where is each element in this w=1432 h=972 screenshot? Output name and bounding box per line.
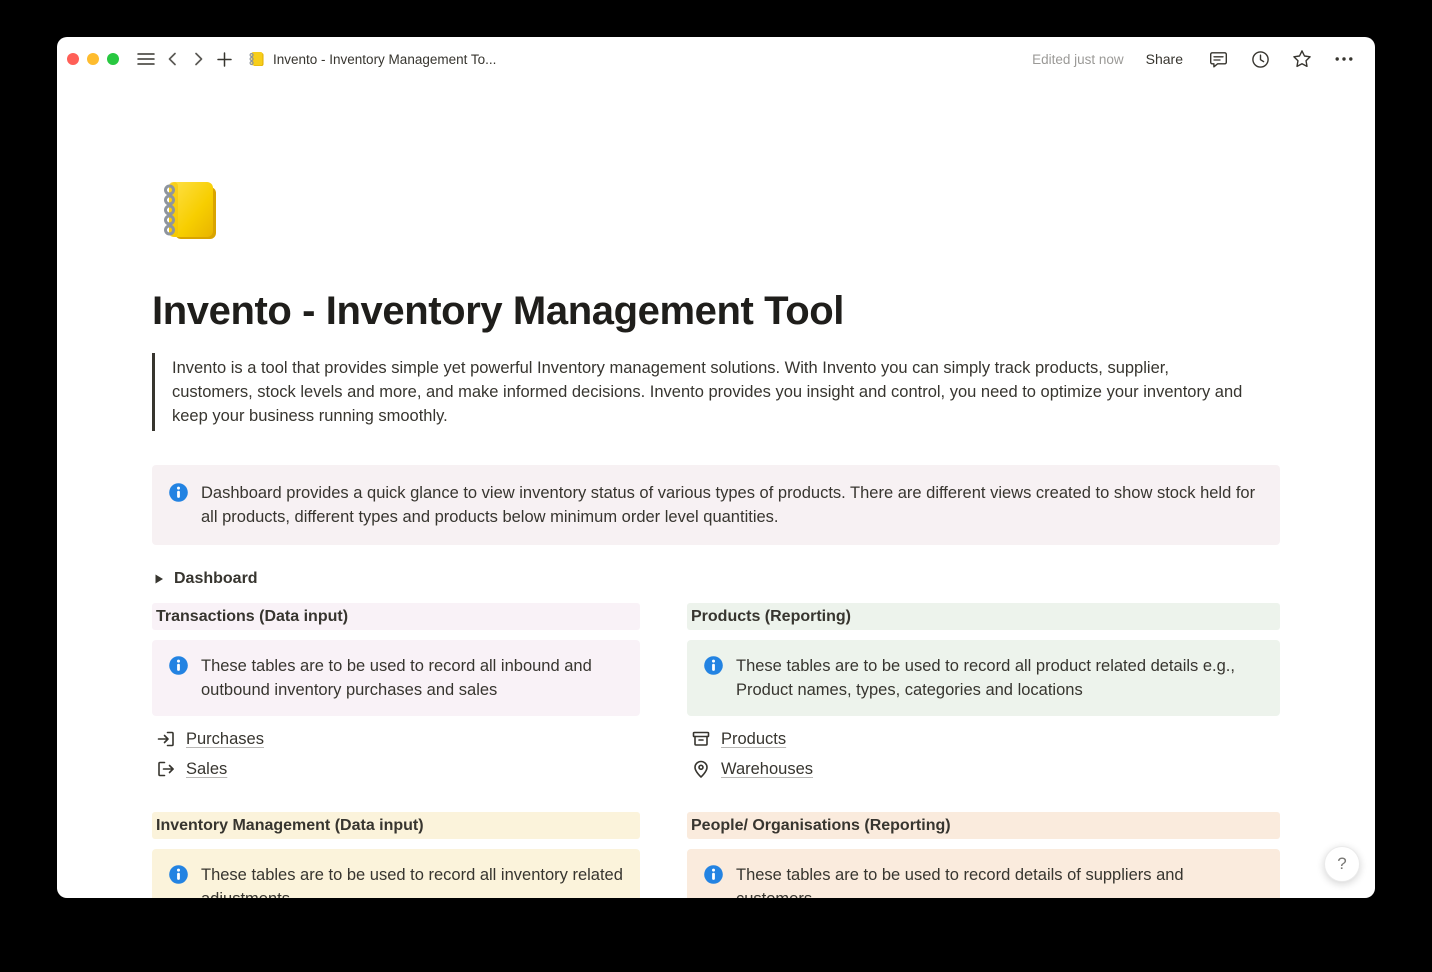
section-columns: Transactions (Data input) These tables a… — [152, 603, 1280, 898]
link-label: Warehouses — [721, 760, 813, 779]
products-header: Products (Reporting) — [687, 603, 1280, 630]
location-pin-icon — [691, 759, 711, 779]
dashboard-toggle[interactable]: Dashboard — [152, 565, 1280, 593]
page-title: Invento - Inventory Management Tool — [152, 287, 1280, 335]
forward-chevron-icon — [194, 52, 203, 66]
link-warehouses[interactable]: Warehouses — [687, 754, 1280, 784]
favorite-button[interactable] — [1289, 46, 1315, 72]
inventory-management-callout: These tables are to be used to record al… — [152, 849, 640, 898]
people-organisations-callout: These tables are to be used to record de… — [687, 849, 1280, 898]
people-organisations-header: People/ Organisations (Reporting) — [687, 812, 1280, 839]
toggle-triangle-icon — [154, 573, 164, 585]
dashboard-toggle-label: Dashboard — [174, 570, 258, 588]
sidebar-toggle-icon — [137, 52, 155, 66]
inventory-management-callout-text: These tables are to be used to record al… — [201, 863, 624, 898]
import-icon — [156, 729, 176, 749]
link-label: Purchases — [186, 730, 264, 749]
transactions-callout-text: These tables are to be used to record al… — [201, 654, 624, 702]
info-icon — [703, 655, 724, 676]
tab[interactable]: Invento - Inventory Management To... — [247, 50, 496, 68]
notion-window: Invento - Inventory Management To... Edi… — [57, 37, 1375, 898]
titlebar-actions: Edited just now Share — [1032, 46, 1357, 72]
share-button[interactable]: Share — [1140, 47, 1189, 71]
tab-title: Invento - Inventory Management To... — [273, 52, 496, 67]
link-products[interactable]: Products — [687, 724, 1280, 754]
left-column: Transactions (Data input) These tables a… — [152, 603, 640, 898]
transactions-callout: These tables are to be used to record al… — [152, 640, 640, 716]
comment-icon — [1209, 50, 1228, 69]
new-tab-button[interactable] — [211, 46, 237, 72]
edited-status: Edited just now — [1032, 52, 1124, 67]
products-callout-text: These tables are to be used to record al… — [736, 654, 1264, 702]
archive-icon — [691, 729, 711, 749]
link-label: Sales — [186, 760, 227, 779]
back-chevron-icon — [168, 52, 177, 66]
history-button[interactable] — [1247, 46, 1273, 72]
back-button[interactable] — [159, 46, 185, 72]
window-controls — [67, 53, 119, 65]
star-icon — [1292, 49, 1312, 69]
people-organisations-callout-text: These tables are to be used to record de… — [736, 863, 1264, 898]
intro-quote-block: Invento is a tool that provides simple y… — [152, 353, 1280, 431]
dashboard-callout-text: Dashboard provides a quick glance to vie… — [201, 481, 1264, 529]
export-icon — [156, 759, 176, 779]
info-icon — [168, 864, 189, 885]
page-body: Invento - Inventory Management Tool Inve… — [152, 81, 1280, 898]
close-button[interactable] — [67, 53, 79, 65]
titlebar: Invento - Inventory Management To... Edi… — [57, 37, 1375, 81]
products-callout: These tables are to be used to record al… — [687, 640, 1280, 716]
dashboard-callout: Dashboard provides a quick glance to vie… — [152, 465, 1280, 545]
more-button[interactable] — [1331, 46, 1357, 72]
right-column: Products (Reporting) These tables are to… — [687, 603, 1280, 898]
help-button[interactable]: ? — [1324, 846, 1360, 882]
link-purchases[interactable]: Purchases — [152, 724, 640, 754]
sidebar-toggle-button[interactable] — [133, 46, 159, 72]
link-sales[interactable]: Sales — [152, 754, 640, 784]
info-icon — [168, 482, 189, 503]
plus-icon — [217, 52, 232, 67]
yellow-notebook-emoji — [152, 175, 224, 247]
link-label: Products — [721, 730, 786, 749]
ellipsis-icon — [1335, 56, 1353, 62]
notebook-icon — [247, 50, 265, 68]
info-icon — [168, 655, 189, 676]
transactions-header: Transactions (Data input) — [152, 603, 640, 630]
history-clock-icon — [1251, 50, 1270, 69]
forward-button[interactable] — [185, 46, 211, 72]
comments-button[interactable] — [1205, 46, 1231, 72]
inventory-management-header: Inventory Management (Data input) — [152, 812, 640, 839]
page-scroll-area[interactable]: Invento - Inventory Management Tool Inve… — [57, 81, 1375, 898]
page-icon-notebook-emoji[interactable] — [152, 175, 224, 247]
products-links: Products Warehouses — [687, 724, 1280, 784]
zoom-button[interactable] — [107, 53, 119, 65]
info-icon — [703, 864, 724, 885]
transactions-links: Purchases Sales — [152, 724, 640, 784]
minimize-button[interactable] — [87, 53, 99, 65]
